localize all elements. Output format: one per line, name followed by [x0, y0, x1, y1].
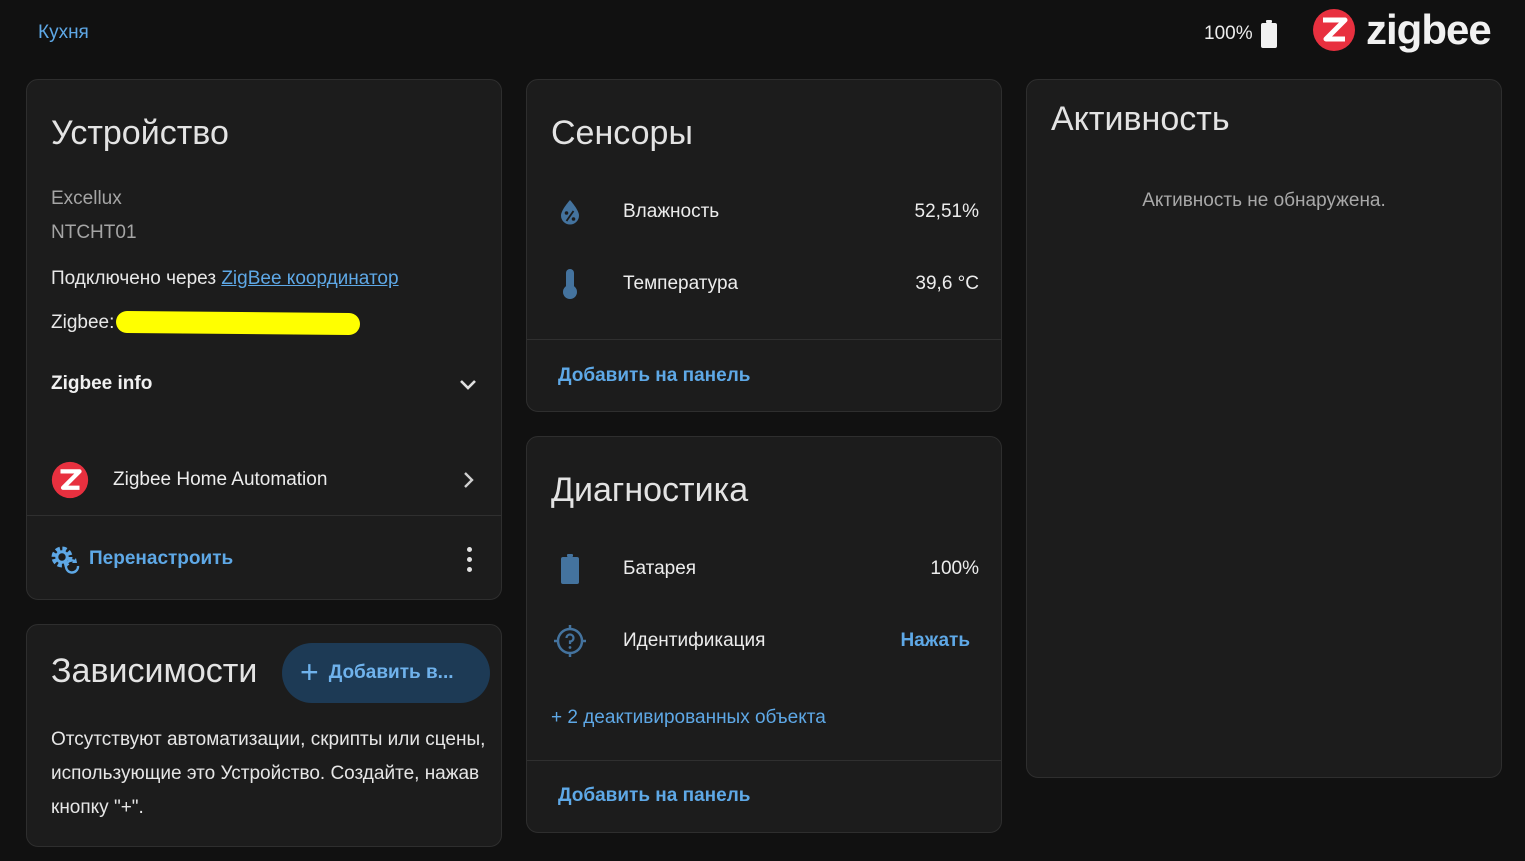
sensor-row-temperature[interactable]: Температура 39,6 °C	[551, 264, 979, 304]
sensor-value: 39,6 °C	[915, 273, 979, 294]
diagnostics-card: Диагностика Батарея 100% Идентификация Н…	[526, 436, 1002, 833]
coordinator-link[interactable]: ZigBee координатор	[221, 268, 398, 289]
cog-refresh-icon	[51, 546, 80, 574]
device-manufacturer: Excellux	[51, 188, 122, 209]
diagnostic-name: Батарея	[623, 558, 697, 579]
sensors-card: Сенсоры Влажность 52,51% Температура 39,…	[526, 79, 1002, 412]
zigbee-logo: zigbee	[1312, 6, 1492, 53]
sensor-name: Температура	[623, 273, 739, 294]
device-connection: Подключено через ZigBee координатор	[51, 268, 399, 290]
device-actions: Перенастроить	[49, 542, 479, 576]
integration-label: Zigbee Home Automation	[113, 469, 328, 490]
activity-title: Активность	[1051, 100, 1230, 138]
integration-link[interactable]: Zigbee Home Automation	[51, 460, 479, 500]
chevron-right-icon	[464, 472, 474, 488]
sensor-value: 52,51%	[914, 201, 979, 222]
diagnostic-row-identify: Идентификация Нажать	[551, 621, 979, 661]
disabled-entities-link[interactable]: + 2 деактивированных объекта	[551, 707, 826, 729]
zigbee-address-label: Zigbee:	[51, 312, 115, 334]
identify-press-button[interactable]: Нажать	[900, 630, 970, 652]
sensor-row-humidity[interactable]: Влажность 52,51%	[551, 192, 979, 232]
dependencies-card: Зависимости + Добавить в... Отсутствуют …	[26, 624, 502, 847]
activity-empty-text: Активность не обнаружена.	[1142, 190, 1386, 211]
zigbee-logo-word: zigbee	[1366, 6, 1492, 53]
zigbee-logo-icon	[1313, 9, 1355, 51]
overflow-menu-icon[interactable]	[459, 544, 479, 574]
zha-logo-icon	[51, 461, 89, 499]
add-to-button[interactable]: + Добавить в...	[282, 643, 490, 703]
device-card: Устройство Excellux NTCHT01 Подключено ч…	[26, 79, 502, 600]
dependencies-empty-text: Отсутствуют автоматизации, скрипты или с…	[51, 729, 486, 818]
battery-icon	[561, 554, 579, 584]
activity-card: Активность Активность не обнаружена.	[1026, 79, 1502, 778]
add-to-label: Добавить в...	[328, 662, 454, 683]
header-battery: 100%	[1204, 20, 1277, 48]
crosshairs-question-icon	[554, 625, 586, 657]
plus-icon: +	[300, 653, 319, 690]
breadcrumb-area[interactable]: Кухня	[38, 22, 89, 44]
device-card-divider	[27, 515, 501, 516]
thermometer-icon	[563, 269, 577, 299]
battery-icon	[1260, 20, 1277, 48]
chevron-down-icon	[460, 380, 476, 390]
connection-prefix: Подключено через	[51, 268, 222, 289]
diagnostics-add-to-panel-button[interactable]: Добавить на панель	[558, 785, 750, 807]
zigbee-info-expander[interactable]: Zigbee info	[51, 372, 479, 396]
device-model: NTCHT01	[51, 222, 137, 243]
zigbee-address: Zigbee:	[51, 310, 361, 336]
diagnostic-value: 100%	[930, 558, 979, 579]
diagnostic-row-battery[interactable]: Батарея 100%	[551, 549, 979, 589]
device-card-title: Устройство	[51, 114, 229, 152]
diagnostics-divider	[527, 760, 1001, 761]
reconfigure-button[interactable]: Перенастроить	[49, 543, 233, 575]
sensors-title: Сенсоры	[551, 114, 693, 152]
diagnostics-title: Диагностика	[551, 471, 749, 509]
dependencies-title: Зависимости	[51, 652, 258, 690]
diagnostic-name: Идентификация	[623, 630, 766, 651]
top-bar: Кухня 100% zigbee	[0, 0, 1525, 70]
water-percent-icon	[561, 200, 579, 225]
sensors-divider	[527, 339, 1001, 340]
sensors-add-to-panel-button[interactable]: Добавить на панель	[558, 365, 750, 387]
redaction-mark	[116, 310, 361, 336]
reconfigure-label: Перенастроить	[89, 548, 234, 569]
header-battery-level: 100%	[1204, 23, 1253, 44]
zigbee-info-label: Zigbee info	[51, 373, 153, 394]
sensor-name: Влажность	[623, 201, 720, 222]
